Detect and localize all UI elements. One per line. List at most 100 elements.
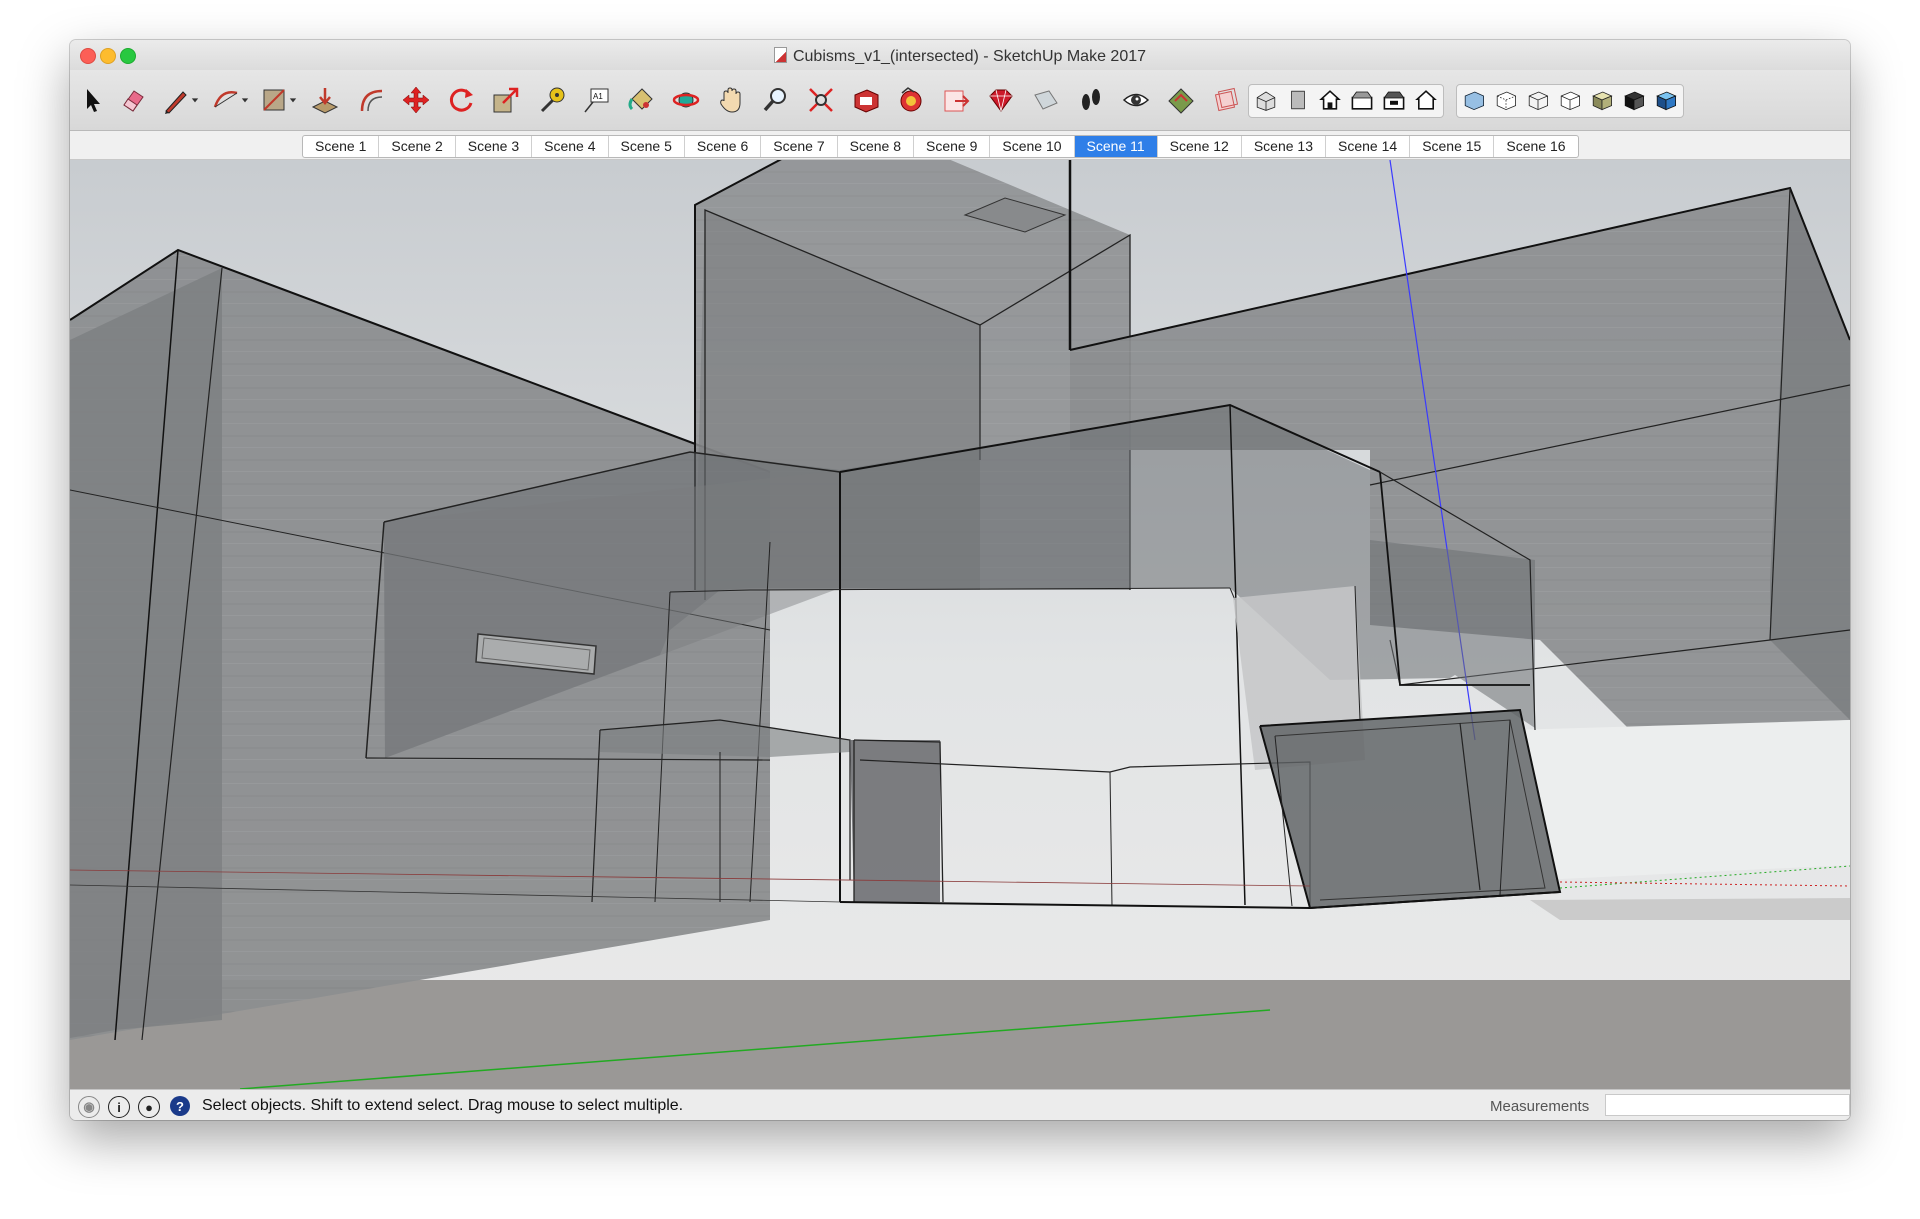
orbit-icon [672, 92, 700, 108]
back-edges-cube-icon [1496, 91, 1516, 111]
scene-tab-13[interactable]: Scene 13 [1242, 136, 1327, 157]
xray-style-button[interactable] [1458, 84, 1490, 116]
scene-tabs: Scene 1 Scene 2 Scene 3 Scene 4 Scene 5 Scene… [302, 135, 1579, 158]
right-view-button[interactable] [1346, 84, 1378, 116]
dropdown-arrow-icon [289, 98, 297, 103]
text-label-icon: A1 [584, 88, 609, 113]
scene-tab-16[interactable]: Scene 16 [1494, 136, 1577, 157]
front-view-button[interactable] [1314, 84, 1346, 116]
push-pull-icon [311, 88, 339, 114]
scene-tab-1[interactable]: Scene 1 [303, 136, 380, 157]
offset-tool[interactable] [353, 82, 389, 118]
layout-tool[interactable] [938, 82, 974, 118]
paint-bucket-tool[interactable] [623, 82, 659, 118]
move-tool[interactable] [398, 82, 434, 118]
status-bar: ◉ i ● ? Select objects. Shift to extend … [70, 1089, 1850, 1120]
status-message: Select objects. Shift to extend select. … [202, 1097, 684, 1114]
arrow-cursor-icon [87, 89, 100, 112]
3d-warehouse-tool[interactable] [848, 82, 884, 118]
zoom-tool[interactable] [758, 82, 794, 118]
extension-warehouse-icon [900, 87, 922, 112]
scene-tab-11[interactable]: Scene 11 [1074, 136, 1158, 157]
dropdown-arrow-icon [191, 98, 199, 103]
user-account-icon[interactable]: ● [138, 1096, 160, 1118]
scene-tab-4[interactable]: Scene 4 [532, 136, 609, 157]
scene-tab-9[interactable]: Scene 9 [914, 136, 991, 157]
monochrome-style-button[interactable] [1650, 84, 1682, 116]
eye-icon [1122, 93, 1150, 107]
orbit-tool[interactable] [668, 82, 704, 118]
rotate-tool[interactable] [443, 82, 479, 118]
hidden-line-cube-icon [1560, 91, 1580, 111]
offset-icon [360, 89, 383, 112]
tape-measure-icon [540, 87, 565, 113]
iso-view-button[interactable] [1250, 84, 1282, 116]
back-edges-style-button[interactable] [1490, 84, 1522, 116]
magnifier-icon [763, 88, 786, 112]
sandbox-tool[interactable] [1163, 82, 1199, 118]
rectangle-tool-dropdown[interactable] [286, 82, 300, 118]
eraser-icon [123, 90, 144, 112]
pan-tool[interactable] [713, 82, 749, 118]
scene-tab-10[interactable]: Scene 10 [990, 136, 1075, 157]
arc-icon [213, 91, 238, 108]
scene-tab-8[interactable]: Scene 8 [838, 136, 914, 157]
wireframe-cube-icon [1528, 91, 1548, 111]
scene-tab-bar: Scene 1 Scene 2 Scene 3 Scene 4 Scene 5 Scene… [70, 131, 1850, 160]
wireframe-style-button[interactable] [1522, 84, 1554, 116]
extension-warehouse-tool[interactable] [893, 82, 929, 118]
scene-tab-6[interactable]: Scene 6 [685, 136, 762, 157]
section-plane-tool[interactable] [1028, 82, 1064, 118]
credits-info-icon[interactable]: i [108, 1096, 130, 1118]
warehouse-icon [854, 89, 879, 113]
select-tool[interactable] [75, 82, 111, 118]
measurements-input[interactable] [1605, 1094, 1850, 1116]
styles-tool[interactable] [1208, 82, 1244, 118]
styles-icon [1214, 87, 1239, 112]
rectangle-icon [263, 89, 285, 111]
measurements-label: Measurements [1490, 1098, 1590, 1115]
scale-tool[interactable] [488, 82, 524, 118]
document-icon [773, 47, 787, 63]
scene-tab-14[interactable]: Scene 14 [1326, 136, 1411, 157]
zoom-extents-icon [809, 88, 833, 112]
3d-model-view[interactable] [70, 160, 1850, 1089]
instructor-help-icon[interactable]: ? [170, 1096, 190, 1116]
shaded-cube-icon [1592, 91, 1613, 111]
shaded-style-button[interactable] [1586, 84, 1618, 116]
iso-house-icon [1256, 91, 1276, 111]
svg-text:A1: A1 [593, 92, 603, 101]
walk-tool[interactable] [1073, 82, 1109, 118]
house-back-icon [1383, 91, 1405, 110]
look-around-tool[interactable] [1118, 82, 1154, 118]
geo-location-icon[interactable]: ◉ [78, 1096, 100, 1118]
move-arrows-icon [402, 86, 430, 114]
hidden-line-style-button[interactable] [1554, 84, 1586, 116]
shaded-textures-style-button[interactable] [1618, 84, 1650, 116]
scale-icon [493, 87, 519, 113]
scene-tab-7[interactable]: Scene 7 [761, 136, 838, 157]
door-block [850, 740, 940, 902]
arc-tool-dropdown[interactable] [238, 82, 252, 118]
house-left-icon [1415, 90, 1437, 110]
ruby-gem-icon [989, 89, 1013, 112]
red-axis [1559, 881, 1850, 887]
window-title: Cubisms_v1_(intersected) - SketchUp Make… [792, 48, 1147, 65]
scene-tab-15[interactable]: Scene 15 [1410, 136, 1495, 157]
eraser-tool[interactable] [115, 82, 151, 118]
text-tool[interactable]: A1 [578, 82, 614, 118]
top-view-button[interactable] [1282, 84, 1314, 116]
modeling-viewport[interactable] [70, 160, 1850, 1089]
line-tool-dropdown[interactable] [188, 82, 202, 118]
scene-tab-3[interactable]: Scene 3 [456, 136, 533, 157]
zoom-extents-tool[interactable] [803, 82, 839, 118]
front-right-box [1260, 710, 1560, 908]
scene-tab-5[interactable]: Scene 5 [609, 136, 685, 157]
ruby-console-tool[interactable] [983, 82, 1019, 118]
left-view-button[interactable] [1410, 84, 1442, 116]
scene-tab-2[interactable]: Scene 2 [379, 136, 456, 157]
tape-measure-tool[interactable] [533, 82, 569, 118]
scene-tab-12[interactable]: Scene 12 [1158, 136, 1242, 157]
back-view-button[interactable] [1378, 84, 1410, 116]
push-pull-tool[interactable] [307, 82, 343, 118]
